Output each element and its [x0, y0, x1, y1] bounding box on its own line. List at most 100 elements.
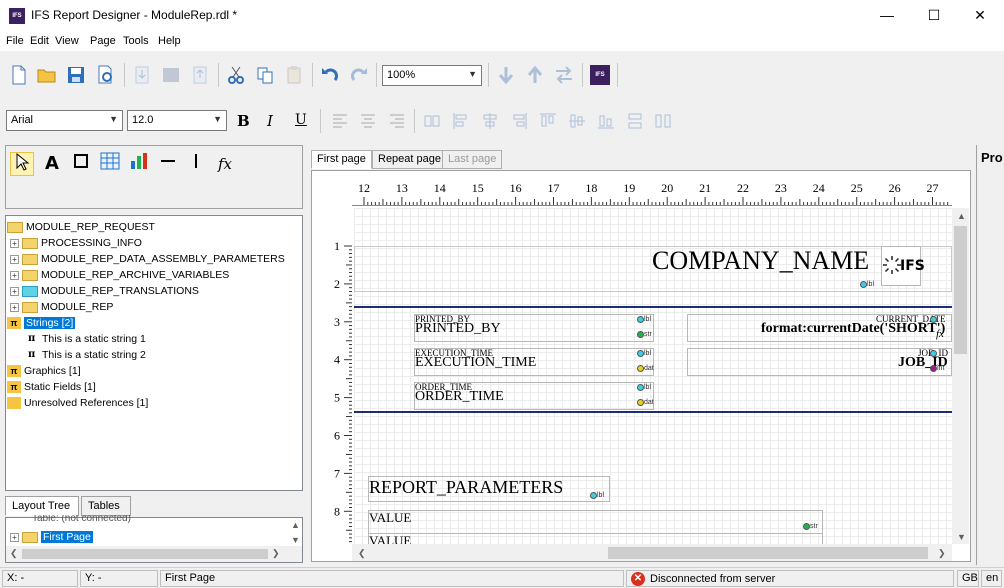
expand-icon[interactable]: + [10, 238, 19, 248]
font-family-select[interactable]: Arial ▼ [6, 110, 123, 131]
align-objects-icon[interactable] [422, 111, 442, 131]
preview-icon[interactable] [96, 65, 116, 85]
scroll-right-icon[interactable]: ❯ [938, 548, 946, 559]
tree-item-strings[interactable]: π Strings [2] [7, 315, 76, 331]
align-right-icon[interactable] [387, 111, 407, 131]
scroll-up-icon[interactable]: ▲ [291, 520, 300, 530]
pointer-tool-icon[interactable] [10, 152, 34, 176]
expand-icon[interactable]: + [10, 532, 19, 542]
minimize-button[interactable]: — [864, 0, 910, 31]
tree-item[interactable]: π Graphics [1] [7, 363, 81, 379]
maximize-button[interactable]: ☐ [911, 0, 957, 31]
tree-item[interactable]: π This is a static string 2 [28, 347, 146, 363]
horizontal-scrollbar[interactable]: ❮ ❯ [6, 546, 302, 562]
swap-icon[interactable] [554, 65, 574, 85]
expand-icon[interactable]: + [10, 270, 19, 280]
menu-help[interactable]: Help [158, 35, 181, 47]
same-height-icon[interactable] [625, 111, 645, 131]
tree-item[interactable]: MODULE_REP_REQUEST [7, 219, 155, 235]
align-centers-icon[interactable] [480, 111, 500, 131]
export-icon[interactable] [190, 65, 210, 85]
logo-box[interactable]: IFS [881, 246, 925, 286]
menu-file[interactable]: File [6, 35, 24, 47]
save-icon[interactable] [66, 65, 86, 85]
align-bottoms-icon[interactable] [596, 111, 616, 131]
underline-button[interactable]: U [295, 112, 307, 128]
menu-page[interactable]: Page [90, 35, 116, 47]
report-page[interactable]: COMPANY_NAME lbl IFS PRINTED_BY PRINTED_… [354, 208, 952, 544]
align-middles-icon[interactable] [567, 111, 587, 131]
font-size-select[interactable]: 12.0 ▼ [127, 110, 227, 131]
align-rights-icon[interactable] [509, 111, 529, 131]
printed-by-value[interactable]: PRINTED_BY [415, 321, 501, 337]
cut-icon[interactable] [226, 65, 246, 85]
image-icon[interactable] [161, 65, 181, 85]
scroll-left-icon[interactable]: ❮ [358, 548, 366, 559]
value-row-box[interactable] [368, 533, 823, 544]
tab-repeat-page[interactable]: Repeat page [372, 150, 447, 169]
tree-item[interactable]: Unresolved References [1] [7, 395, 148, 411]
execution-time-value[interactable]: EXECUTION_TIME [415, 355, 536, 371]
paste-icon[interactable] [284, 65, 304, 85]
undo-icon[interactable] [320, 65, 340, 85]
import-icon[interactable] [132, 65, 152, 85]
menu-view[interactable]: View [55, 35, 79, 47]
chart-tool-icon[interactable] [127, 152, 151, 176]
scroll-up-icon[interactable]: ▲ [957, 211, 966, 221]
tab-last-page[interactable]: Last page [442, 150, 503, 169]
same-width-icon[interactable] [653, 111, 673, 131]
tab-first-page[interactable]: First page [311, 150, 372, 169]
order-time-value[interactable]: ORDER_TIME [415, 389, 504, 405]
move-down-icon[interactable] [496, 65, 516, 85]
tree-item[interactable]: π Static Fields [1] [7, 379, 96, 395]
tab-tables[interactable]: Tables [81, 496, 131, 516]
bold-button[interactable]: B [237, 112, 250, 130]
zoom-select[interactable]: 100% ▼ [382, 65, 482, 86]
new-file-icon[interactable] [9, 65, 29, 85]
function-tool-icon[interactable]: fx [213, 152, 237, 176]
tree-item-first-page[interactable]: + First Page [10, 529, 93, 545]
scroll-right-icon[interactable]: ❯ [272, 548, 280, 559]
align-tops-icon[interactable] [538, 111, 558, 131]
open-folder-icon[interactable] [37, 65, 57, 85]
redo-icon[interactable] [349, 65, 369, 85]
table-tool-icon[interactable] [98, 152, 122, 176]
scroll-thumb[interactable] [608, 547, 928, 559]
tree-item-partial[interactable]: Table: (not connected) [32, 515, 131, 523]
menu-edit[interactable]: Edit [30, 35, 49, 47]
expand-icon[interactable]: + [10, 302, 19, 312]
align-center-icon[interactable] [358, 111, 378, 131]
scroll-down-icon[interactable]: ▼ [957, 532, 966, 542]
company-name-field[interactable]: COMPANY_NAME [652, 246, 869, 276]
rectangle-tool-icon[interactable] [69, 152, 93, 176]
text-tool-icon[interactable]: A [40, 152, 64, 176]
tree-item[interactable]: + MODULE_REP [10, 299, 113, 315]
value-field[interactable]: VALUE [369, 510, 411, 526]
move-up-icon[interactable] [525, 65, 545, 85]
copy-icon[interactable] [255, 65, 275, 85]
expand-icon[interactable]: + [10, 254, 19, 264]
scroll-thumb[interactable] [22, 549, 268, 559]
tree-item[interactable]: + MODULE_REP_TRANSLATIONS [10, 283, 199, 299]
value-row-box[interactable] [368, 510, 823, 534]
report-parameters-label[interactable]: REPORT_PARAMETERS [369, 477, 563, 498]
tab-layout-tree[interactable]: Layout Tree [5, 496, 79, 516]
scroll-down-icon[interactable]: ▼ [291, 535, 300, 545]
close-button[interactable]: ✕ [957, 0, 1003, 31]
expand-icon[interactable]: + [10, 286, 19, 296]
tree-item[interactable]: + MODULE_REP_ARCHIVE_VARIABLES [10, 267, 229, 283]
align-lefts-icon[interactable] [451, 111, 471, 131]
align-left-icon[interactable] [330, 111, 350, 131]
line-tool-icon[interactable] [156, 152, 180, 176]
ifs-logo-icon[interactable]: IFS [590, 65, 610, 85]
value-field[interactable]: VALUE [369, 533, 411, 544]
menu-tools[interactable]: Tools [123, 35, 149, 47]
properties-title[interactable]: Pro [981, 150, 1003, 165]
tree-item[interactable]: π This is a static string 1 [28, 331, 146, 347]
scroll-thumb[interactable] [954, 226, 967, 354]
scroll-left-icon[interactable]: ❮ [10, 548, 18, 559]
tree-item[interactable]: + MODULE_REP_DATA_ASSEMBLY_PARAMETERS [10, 251, 285, 267]
italic-button[interactable]: I [267, 112, 273, 130]
vertical-line-tool-icon[interactable] [184, 152, 208, 176]
current-date-value[interactable]: format:currentDate('SHORT') [761, 321, 945, 337]
